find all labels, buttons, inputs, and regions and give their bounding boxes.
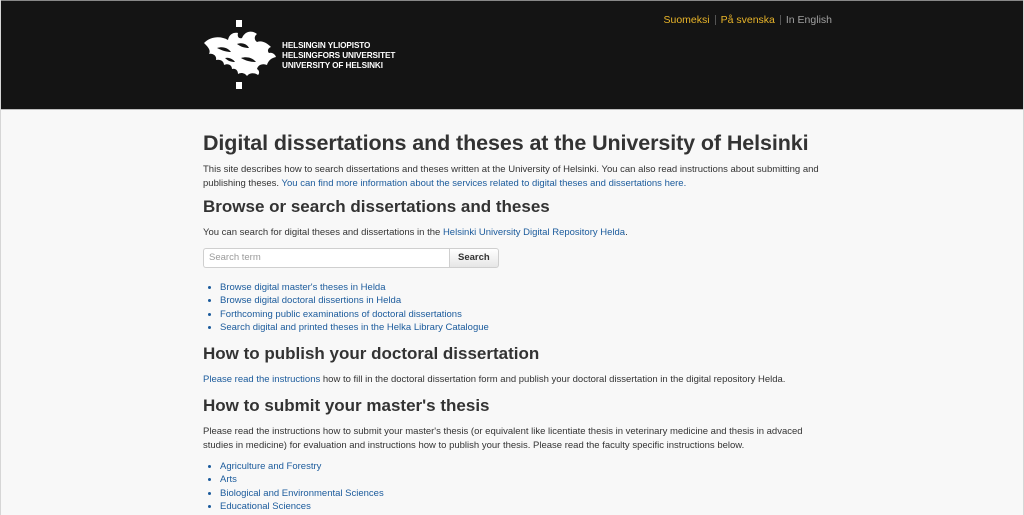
faculty-link-arts[interactable]: Arts (220, 474, 237, 485)
language-separator (714, 15, 716, 25)
helda-repository-link[interactable]: Helsinki University Digital Repository H… (443, 227, 625, 238)
publish-paragraph: Please read the instructions how to fill… (203, 373, 828, 387)
browse-text: You can search for digital theses and di… (203, 227, 441, 239)
browse-paragraph: You can search for digital theses and di… (203, 226, 828, 240)
main-content: Digital dissertations and theses at the … (203, 128, 828, 514)
search-input[interactable] (203, 247, 449, 268)
list-item: Biological and Environmental Sciences (220, 487, 828, 501)
site-header: HELSINGIN YLIOPISTO HELSINGFORS UNIVERSI… (1, 0, 1023, 110)
browse-heading: Browse or search dissertations and these… (203, 197, 550, 217)
list-item: Browse digital doctoral dissertions in H… (220, 294, 828, 308)
helka-catalogue-link[interactable]: Search digital and printed theses in the… (220, 322, 489, 333)
search-form: Search (203, 247, 828, 268)
logo-line-english: UNIVERSITY OF HELSINKI (282, 61, 383, 70)
publish-instructions-link[interactable]: Please read the instructions (203, 374, 320, 385)
submit-heading: How to submit your master's thesis (203, 396, 490, 416)
list-item: Search digital and printed theses in the… (220, 321, 828, 335)
language-current-english: In English (785, 14, 832, 26)
publish-text: how to fill in the doctoral dissertation… (320, 373, 786, 385)
intro-paragraph: This site describes how to search disser… (203, 163, 828, 190)
list-item: Forthcoming public examinations of docto… (220, 308, 828, 322)
logo-line-swedish: HELSINGFORS UNIVERSITET (282, 51, 396, 60)
list-item: Arts (220, 473, 828, 487)
services-info-link[interactable]: You can find more information about the … (282, 178, 687, 189)
logo-text: HELSINGIN YLIOPISTO HELSINGFORS UNIVERSI… (282, 41, 395, 71)
faculty-list: Agriculture and Forestry Arts Biological… (203, 460, 828, 514)
submit-paragraph: Please read the instructions how to subm… (203, 426, 803, 451)
flame-logo-icon (204, 20, 276, 89)
search-button[interactable]: Search (449, 247, 499, 268)
browse-masters-theses-link[interactable]: Browse digital master's theses in Helda (220, 282, 386, 293)
list-item: Browse digital master's theses in Helda (220, 281, 828, 295)
list-item: Educational Sciences (220, 500, 828, 514)
faculty-link-agriculture-forestry[interactable]: Agriculture and Forestry (220, 461, 321, 472)
language-separator (779, 15, 781, 25)
page-title: Digital dissertations and theses at the … (203, 131, 809, 155)
language-switcher: Suomeksi På svenska In English (663, 14, 832, 26)
browse-links-list: Browse digital master's theses in Helda … (203, 281, 828, 335)
list-item: Agriculture and Forestry (220, 460, 828, 474)
language-link-swedish[interactable]: På svenska (721, 14, 775, 26)
faculty-link-biological-environmental[interactable]: Biological and Environmental Sciences (220, 488, 384, 499)
browse-doctoral-dissertations-link[interactable]: Browse digital doctoral dissertions in H… (220, 295, 401, 306)
forthcoming-examinations-link[interactable]: Forthcoming public examinations of docto… (220, 309, 462, 320)
page: HELSINGIN YLIOPISTO HELSINGFORS UNIVERSI… (0, 0, 1024, 515)
publish-heading: How to publish your doctoral dissertatio… (203, 343, 540, 363)
browse-text-end: . (625, 227, 628, 239)
faculty-link-educational-sciences[interactable]: Educational Sciences (220, 501, 311, 512)
university-logo[interactable]: HELSINGIN YLIOPISTO HELSINGFORS UNIVERSI… (201, 18, 401, 93)
logo-line-finnish: HELSINGIN YLIOPISTO (282, 41, 371, 50)
language-link-finnish[interactable]: Suomeksi (663, 14, 709, 26)
